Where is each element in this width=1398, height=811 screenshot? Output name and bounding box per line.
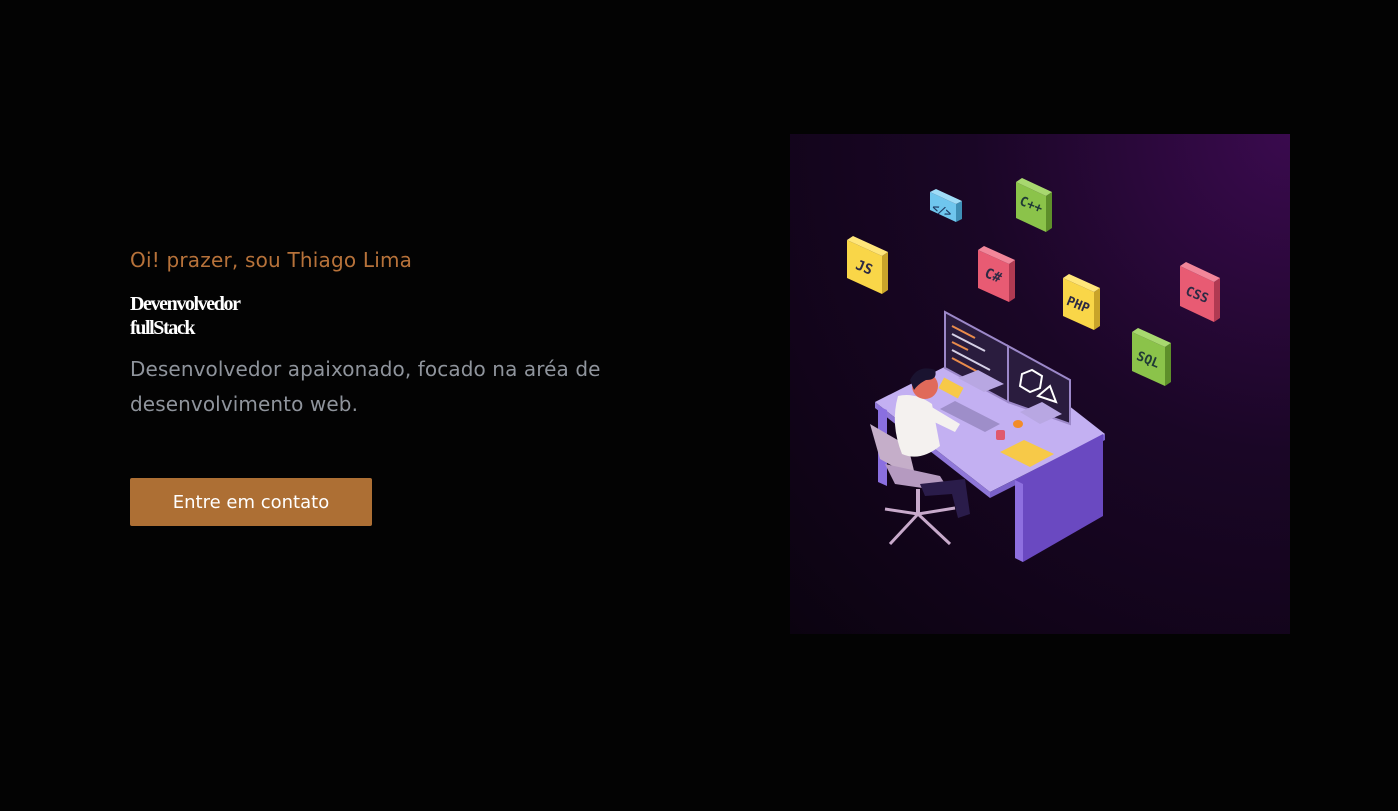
cpp-tag-cube: C++ <box>1016 178 1052 232</box>
contact-button[interactable]: Entre em contato <box>130 478 372 526</box>
php-tag-cube: PHP <box>1063 274 1100 330</box>
headline: Devenvolvedor fullStack <box>130 292 630 340</box>
csharp-tag-cube: C# <box>978 246 1015 302</box>
css-tag-cube: CSS <box>1180 262 1220 322</box>
hero-text: Oi! prazer, sou Thiago Lima Devenvolvedo… <box>130 246 630 422</box>
sql-tag-cube: SQL <box>1132 328 1171 386</box>
headline-line-2: fullStack <box>130 317 195 339</box>
code-tag-cube: </> <box>930 189 962 222</box>
developer-illustration: </> C++ JS C# PHP CSS SQL <box>790 134 1290 634</box>
developer-at-desk-illustration: </> C++ JS C# PHP CSS SQL <box>847 178 1220 562</box>
headline-line-1: Devenvolvedor <box>130 293 241 315</box>
js-tag-cube: JS <box>847 236 888 294</box>
greeting-text: Oi! prazer, sou Thiago Lima <box>130 248 413 272</box>
tech-tags: </> C++ JS C# PHP CSS SQL <box>847 178 1220 386</box>
description-text: Desenvolvedor apaixonado, focado na aréa… <box>130 357 601 416</box>
